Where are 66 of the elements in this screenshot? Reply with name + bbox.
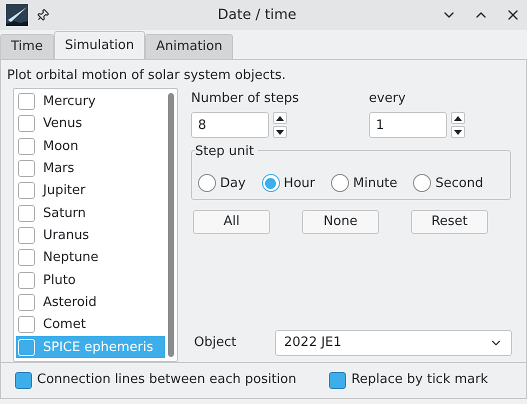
checkbox[interactable] [18,160,35,178]
every-label: every [368,90,407,108]
checkbox[interactable] [18,115,35,132]
radio-button[interactable] [262,174,280,192]
item-label: SPICE ephemeris [43,338,154,357]
tab[interactable]: Animation [145,34,234,59]
item-label: Asteroid [43,294,97,312]
steps-label: Number of steps [191,90,299,108]
list-item[interactable]: Moon [16,135,165,158]
radio-option[interactable]: Second [413,174,484,193]
list-item[interactable]: Saturn [16,202,165,224]
item-label: Moon [43,138,78,156]
spin-up-icon[interactable] [273,112,287,124]
window-title: Date / time [216,6,298,24]
list-item[interactable]: Jupiter [16,180,165,202]
list-item[interactable]: Venus [16,112,165,136]
list-item[interactable]: Pluto [16,269,165,292]
radio-option[interactable]: Day [198,174,246,193]
action-button[interactable]: All [193,210,270,234]
option-checkbox[interactable]: Connection lines between each position [15,370,296,390]
list-item[interactable]: Neptune [16,246,165,270]
comet-icon [6,4,28,26]
number-field[interactable]: 8 [191,112,269,138]
radio-option[interactable]: Minute [331,174,398,193]
description: Plot orbital motion of solar system objects. [6,67,287,85]
item-label: Jupiter [43,182,86,200]
radio-button[interactable] [331,174,349,192]
number-field[interactable]: 1 [368,112,447,138]
object-label: Object [194,334,238,352]
item-label: Venus [43,115,82,134]
list-item[interactable]: Comet [16,314,165,336]
radio-option[interactable]: Hour [262,174,315,193]
item-label: Mars [43,160,74,178]
checkbox[interactable] [18,227,35,244]
checkbox[interactable] [18,316,35,334]
spin-down-icon[interactable] [450,126,465,138]
item-label: Uranus [43,226,90,245]
list-item[interactable]: Mars [16,157,165,180]
checkbox[interactable] [18,93,35,110]
action-button[interactable]: Reset [411,210,488,234]
checkbox[interactable] [18,249,35,266]
action-button[interactable]: None [302,210,379,234]
checkbox[interactable] [18,182,35,200]
item-label: Pluto [43,272,76,290]
item-label: Neptune [43,249,99,268]
checkbox[interactable] [18,272,35,289]
checkbox[interactable] [15,372,32,388]
checkbox[interactable] [18,138,35,155]
checkbox[interactable] [329,372,346,388]
list-item[interactable]: Mercury [16,90,165,113]
spin-up-icon[interactable] [450,112,465,124]
checkbox[interactable] [18,294,35,312]
spin-down-icon[interactable] [273,126,287,138]
radio-button[interactable] [413,174,432,192]
item-label: Mercury [43,92,96,111]
checkbox[interactable] [18,204,35,222]
item-label: Comet [43,316,86,334]
tab[interactable]: Simulation [54,31,146,59]
option-checkbox[interactable]: Replace by tick mark [329,370,488,390]
object-dropdown[interactable]: 2022 JE1 [275,330,512,356]
tab[interactable]: Time [0,34,54,59]
list-item[interactable]: Asteroid [16,291,165,314]
scrollbar[interactable] [168,92,174,356]
item-label: Saturn [43,204,86,223]
list-item[interactable]: Uranus [16,224,165,247]
radio-button[interactable] [198,174,216,192]
